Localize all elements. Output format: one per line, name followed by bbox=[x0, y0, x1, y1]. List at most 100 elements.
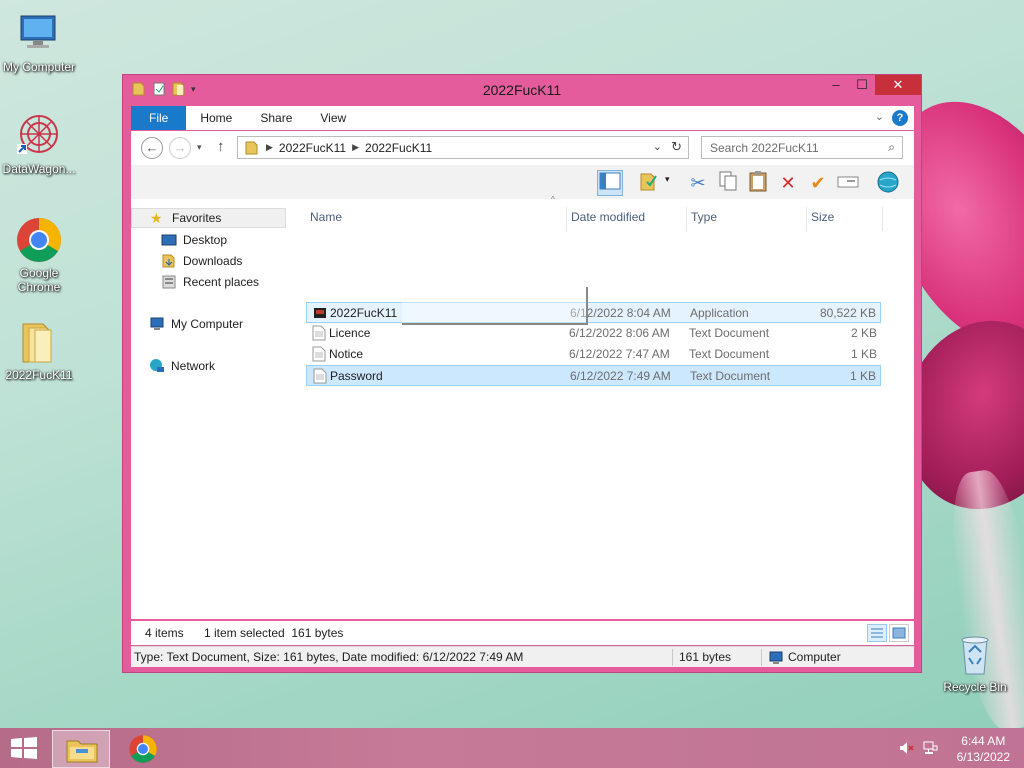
drag-ghost bbox=[402, 287, 588, 325]
tab-file[interactable]: File bbox=[131, 106, 187, 130]
nav-favorites[interactable]: ★ Favorites bbox=[131, 208, 286, 228]
tab-home[interactable]: Home bbox=[186, 106, 246, 130]
nav-my-computer[interactable]: My Computer bbox=[149, 314, 243, 334]
file-size: 2 KB bbox=[850, 326, 877, 340]
divider bbox=[761, 649, 762, 666]
my-computer-icon bbox=[15, 10, 63, 58]
large-icons-view-button[interactable] bbox=[889, 624, 909, 642]
desktop-icon-chrome[interactable]: Google Chrome bbox=[0, 216, 79, 294]
tab-view[interactable]: View bbox=[306, 106, 360, 130]
breadcrumb-item[interactable]: 2022FucK11 bbox=[279, 141, 346, 155]
nav-recent-places[interactable]: Recent places bbox=[161, 272, 259, 292]
file-size: 1 KB bbox=[850, 347, 877, 361]
start-button[interactable] bbox=[10, 736, 38, 760]
content-area: ★ Favorites Desktop Downloads Recent pla… bbox=[131, 195, 914, 619]
taskbar: 6:44 AM 6/13/2022 bbox=[0, 728, 1024, 768]
close-button[interactable]: ✕ bbox=[875, 75, 921, 95]
folder-icon bbox=[15, 318, 63, 366]
minimize-button[interactable]: – bbox=[823, 75, 849, 95]
rename-icon[interactable] bbox=[835, 170, 861, 196]
nav-label: Favorites bbox=[172, 211, 222, 225]
file-type: Application bbox=[690, 306, 749, 320]
cut-icon[interactable]: ✂ bbox=[685, 170, 711, 196]
desktop-icon-recycle-bin[interactable]: Recycle Bin bbox=[935, 630, 1015, 694]
chevron-right-icon: ▶ bbox=[266, 142, 273, 152]
column-header-date[interactable]: Date modified bbox=[567, 207, 687, 231]
forward-button[interactable]: → bbox=[169, 137, 191, 159]
column-header-name[interactable]: Name bbox=[306, 207, 567, 231]
application-icon bbox=[314, 308, 326, 318]
desktop-icon-datawagon[interactable]: DataWagon... bbox=[0, 112, 79, 176]
details-view-button[interactable] bbox=[867, 624, 887, 642]
search-placeholder: Search 2022FucK11 bbox=[710, 141, 819, 155]
computer-icon bbox=[150, 317, 164, 330]
ribbon-tabs: File Home Share View ⌄ ? bbox=[131, 106, 914, 130]
text-file-icon bbox=[312, 325, 326, 341]
file-explorer-icon bbox=[66, 740, 98, 763]
clock-date: 6/13/2022 bbox=[956, 750, 1010, 764]
nav-label: Desktop bbox=[183, 233, 228, 247]
desktop-icon bbox=[161, 234, 177, 246]
navigation-pane: ★ Favorites Desktop Downloads Recent pla… bbox=[131, 199, 291, 619]
delete-icon[interactable]: ✕ bbox=[775, 170, 801, 196]
desktop-icon-label: My Computer bbox=[2, 60, 76, 74]
sort-arrow-icon: ^ bbox=[551, 195, 555, 204]
file-row[interactable]: Notice 6/12/2022 7:47 AM Text Document 1… bbox=[306, 344, 881, 365]
folder-options-icon[interactable] bbox=[637, 170, 663, 196]
file-name: 2022FucK11 bbox=[330, 306, 398, 320]
text-file-icon bbox=[312, 346, 326, 362]
search-input[interactable]: Search 2022FucK11 ⌕ bbox=[701, 136, 903, 159]
address-dropdown-icon[interactable]: ⌄ bbox=[653, 140, 662, 153]
desktop-icon-label: Google Chrome bbox=[17, 266, 61, 294]
desktop-icon-label: DataWagon... bbox=[2, 162, 76, 176]
desktop-icon-label: 2022FucK11 bbox=[5, 368, 73, 382]
expand-ribbon-icon[interactable]: ⌄ bbox=[875, 110, 884, 123]
paste-icon[interactable] bbox=[745, 170, 771, 196]
folder-options-dropdown-icon[interactable]: ▾ bbox=[665, 174, 670, 185]
taskbar-file-explorer[interactable] bbox=[52, 730, 110, 768]
column-header-size[interactable]: Size bbox=[807, 207, 883, 231]
nav-network[interactable]: Network bbox=[149, 356, 215, 376]
navigation-bar: ← → ▾ ↑ ▶ 2022FucK11 ▶ 2022FucK11 ⌄ ↻ Se… bbox=[131, 131, 914, 165]
back-button[interactable]: ← bbox=[141, 137, 163, 159]
file-date: 6/12/2022 7:47 AM bbox=[569, 347, 670, 361]
explorer-window: ▾ 2022FucK11 – ☐ ✕ File Home Share View … bbox=[122, 74, 922, 673]
file-row[interactable]: Password 6/12/2022 7:49 AM Text Document… bbox=[306, 365, 881, 386]
windows-logo-icon bbox=[11, 737, 37, 759]
copy-icon[interactable] bbox=[715, 170, 741, 196]
nav-label: Recent places bbox=[183, 275, 260, 289]
breadcrumb-item[interactable]: 2022FucK11 bbox=[365, 141, 432, 155]
file-type: Text Document bbox=[689, 326, 770, 340]
globe-icon[interactable] bbox=[875, 170, 901, 196]
network-icon bbox=[150, 359, 164, 372]
tab-share[interactable]: Share bbox=[246, 106, 306, 130]
recent-locations-icon[interactable]: ▾ bbox=[197, 142, 202, 153]
column-header-type[interactable]: Type bbox=[687, 207, 807, 231]
title-bar[interactable]: ▾ 2022FucK11 – ☐ ✕ bbox=[123, 75, 921, 105]
chevron-right-icon: ▶ bbox=[352, 142, 360, 152]
refresh-icon[interactable]: ↻ bbox=[671, 139, 682, 155]
desktop-icon-my-computer[interactable]: My Computer bbox=[0, 10, 79, 74]
divider bbox=[672, 649, 673, 666]
file-date: 6/12/2022 8:06 AM bbox=[569, 326, 670, 340]
network-status-icon[interactable] bbox=[922, 740, 938, 756]
file-type: Text Document bbox=[690, 369, 771, 383]
preview-pane-icon[interactable] bbox=[597, 170, 623, 196]
desktop-icon-label: Recycle Bin bbox=[943, 680, 1007, 694]
volume-muted-icon[interactable] bbox=[898, 740, 914, 756]
file-type: Text Document bbox=[689, 347, 770, 361]
taskbar-chrome[interactable] bbox=[114, 730, 172, 768]
file-row[interactable]: 2022FucK11 6/12/2022 8:04 AM Application… bbox=[306, 302, 881, 323]
address-bar[interactable]: ▶ 2022FucK11 ▶ 2022FucK11 ⌄ ↻ bbox=[237, 136, 689, 159]
checkmark-icon[interactable]: ✔ bbox=[805, 170, 831, 196]
file-row[interactable]: Licence 6/12/2022 8:06 AM Text Document … bbox=[306, 323, 881, 344]
desktop-icon-folder[interactable]: 2022FucK11 bbox=[0, 318, 79, 382]
clock-time: 6:44 AM bbox=[961, 734, 1006, 748]
nav-downloads[interactable]: Downloads bbox=[161, 251, 242, 271]
system-clock[interactable]: 6:44 AM 6/13/2022 bbox=[957, 733, 1010, 765]
nav-desktop[interactable]: Desktop bbox=[161, 230, 227, 250]
maximize-button[interactable]: ☐ bbox=[849, 75, 875, 95]
help-icon[interactable]: ? bbox=[892, 110, 908, 126]
up-button[interactable]: ↑ bbox=[217, 138, 225, 155]
chrome-icon bbox=[15, 216, 63, 264]
